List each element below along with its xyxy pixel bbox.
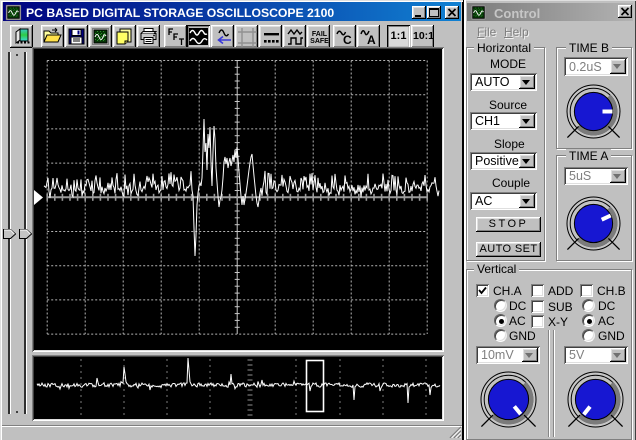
svg-text:A: A xyxy=(367,33,376,47)
svg-text:C: C xyxy=(343,33,352,47)
